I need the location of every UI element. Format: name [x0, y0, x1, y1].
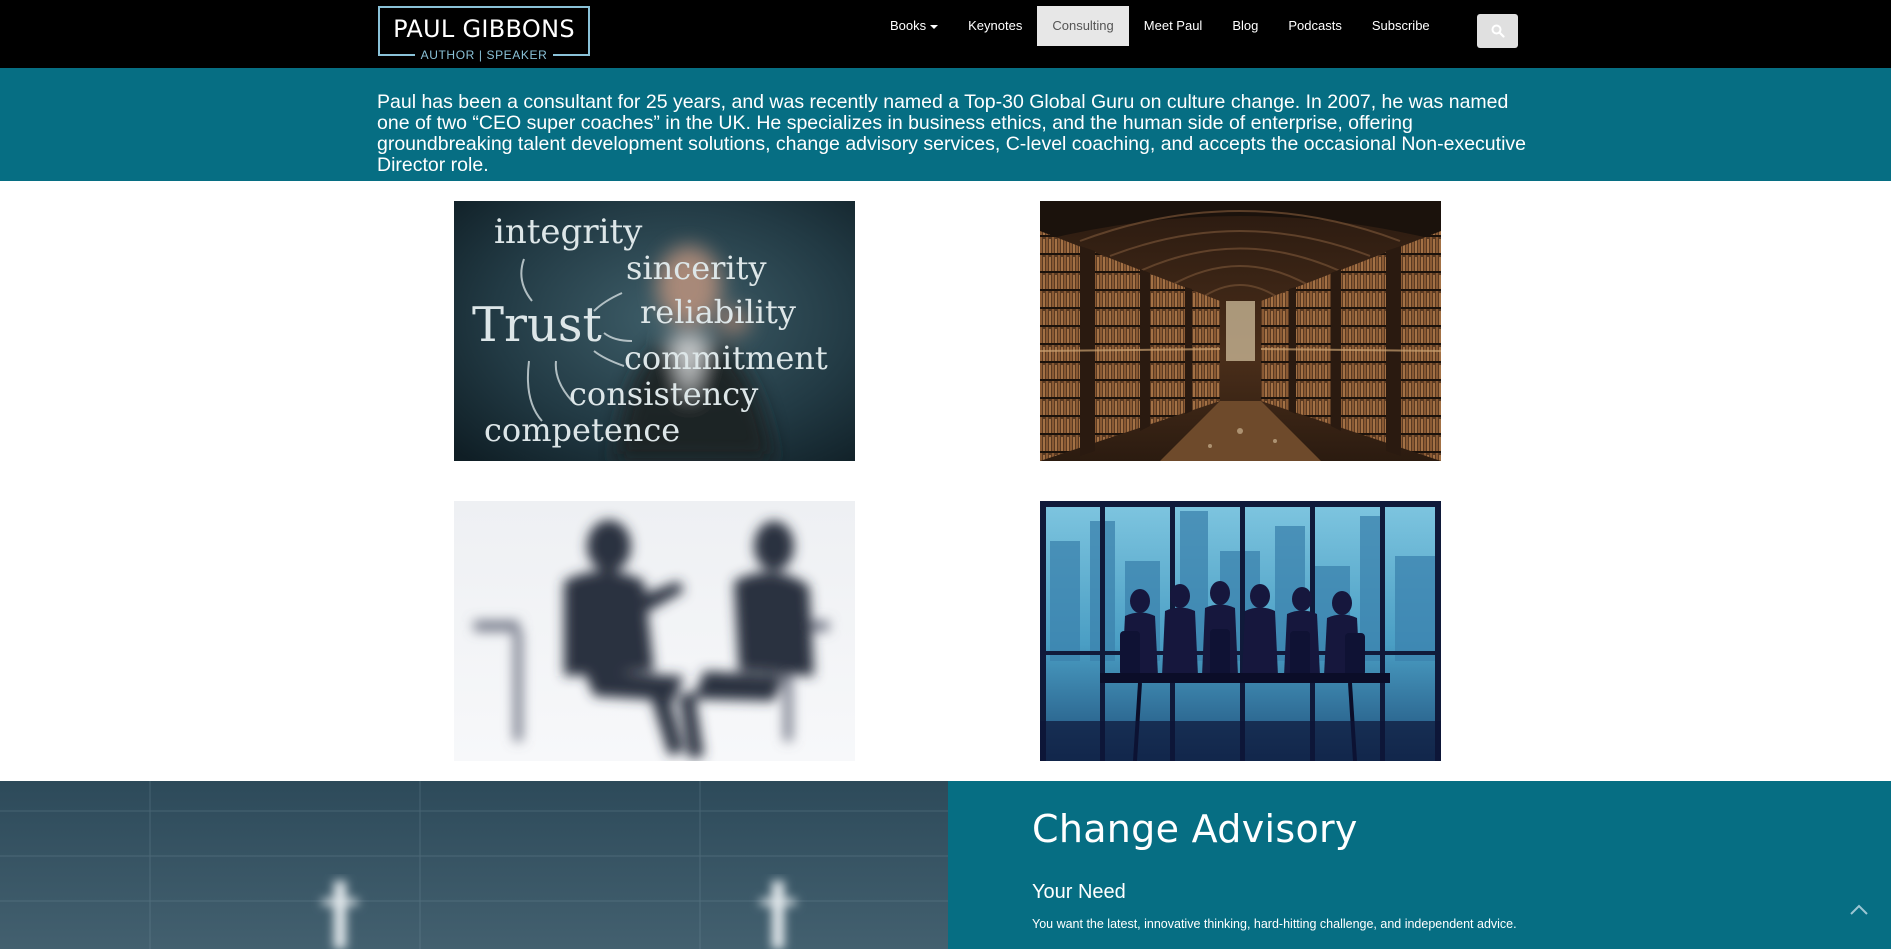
nav-item-label: Podcasts — [1288, 18, 1342, 33]
nav-item-label: Blog — [1232, 18, 1259, 33]
logo-name: PAUL GIBBONS — [393, 15, 575, 43]
nav-item-consulting[interactable]: Consulting — [1037, 6, 1129, 46]
nav-item-label: Keynotes — [968, 18, 1023, 33]
intro-text: Paul has been a consultant for 25 years,… — [377, 91, 1526, 176]
coaching-session-image[interactable] — [454, 501, 855, 761]
intro-band: Paul has been a consultant for 25 years,… — [0, 68, 1891, 181]
trust-words-image[interactable]: integrity sincerity Trust reliability co… — [454, 201, 855, 461]
trust-word: integrity — [494, 212, 643, 252]
scroll-to-top-button[interactable] — [1845, 898, 1873, 922]
nav-item-keynotes[interactable]: Keynotes — [953, 6, 1037, 46]
nav-item-meet-paul[interactable]: Meet Paul — [1129, 6, 1218, 46]
nav-item-books[interactable]: Books — [875, 6, 953, 46]
change-advisory-image — [0, 781, 948, 949]
change-advisory-panel: Change Advisory Your Need You want the l… — [948, 781, 1891, 949]
boardroom-image[interactable] — [1040, 501, 1441, 761]
nav-item-podcasts[interactable]: Podcasts — [1273, 6, 1356, 46]
trust-word: reliability — [640, 293, 796, 331]
nav-item-blog[interactable]: Blog — [1217, 6, 1273, 46]
logo-tagline: AUTHOR | SPEAKER — [378, 48, 590, 62]
nav-item-label: Consulting — [1052, 18, 1114, 33]
logo-tagline-text: AUTHOR | SPEAKER — [420, 48, 548, 62]
trust-word: consistency — [569, 375, 758, 413]
chevron-up-icon — [1850, 904, 1868, 915]
trust-word: sincerity — [626, 249, 767, 287]
library-image[interactable] — [1040, 201, 1441, 461]
trust-word: competence — [484, 411, 680, 449]
trust-word: commitment — [624, 339, 828, 377]
section-title: Change Advisory — [1032, 807, 1358, 851]
nav-item-label: Meet Paul — [1143, 18, 1203, 33]
nav-item-subscribe[interactable]: Subscribe — [1357, 6, 1445, 46]
trust-word: Trust — [472, 297, 602, 353]
caret-down-icon — [930, 24, 939, 29]
main-nav: Books Keynotes Consulting Meet Paul Blog… — [875, 6, 1445, 46]
nav-item-label: Subscribe — [1371, 18, 1430, 33]
section-subtitle: Your Need — [1032, 881, 1126, 903]
section-body: You want the latest, innovative thinking… — [1032, 917, 1517, 931]
top-navbar: PAUL GIBBONS AUTHOR | SPEAKER Books Keyn… — [0, 0, 1891, 68]
search-button[interactable] — [1477, 14, 1518, 48]
nav-item-label: Books — [890, 18, 927, 33]
site-logo[interactable]: PAUL GIBBONS AUTHOR | SPEAKER — [378, 6, 590, 62]
search-icon — [1491, 24, 1505, 38]
